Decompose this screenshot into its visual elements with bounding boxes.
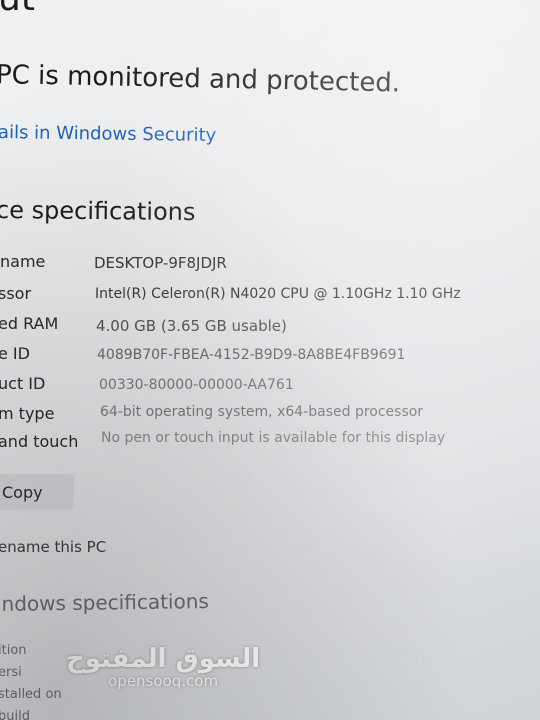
spec-value: DESKTOP-9F8JDJR xyxy=(94,254,227,272)
spec-label-edition: ition xyxy=(0,643,27,658)
windows-specifications-heading: indows specifications xyxy=(0,589,210,616)
opensooq-watermark: السوق المفتوح opensooq.com xyxy=(66,644,261,690)
spec-row-pen-and-touch: and touch No pen or touch input is avail… xyxy=(0,430,540,460)
spec-label: ed RAM xyxy=(0,314,59,333)
copy-button[interactable]: Copy xyxy=(0,474,74,510)
spec-row-device-name: name DESKTOP-9F8JDJR xyxy=(0,252,540,278)
watermark-latin-text: opensooq.com xyxy=(108,672,219,690)
spec-label-installed-on: stalled on xyxy=(0,687,62,702)
about-page: ut PC is monitored and protected. ails i… xyxy=(0,0,540,720)
spec-row-processor: ssor Intel(R) Celeron(R) N4020 CPU @ 1.1… xyxy=(0,284,540,310)
windows-specifications-list: ition ersi stalled on build xyxy=(0,640,62,720)
spec-value: 4.00 GB (3.65 GB usable) xyxy=(96,317,287,335)
rename-pc-button[interactable]: ename this PC xyxy=(0,538,106,556)
device-specifications-heading: ce specifications xyxy=(0,196,196,227)
windows-security-link[interactable]: ails in Windows Security xyxy=(0,122,216,146)
spec-label: name xyxy=(0,252,46,271)
spec-label-os-build: build xyxy=(0,709,30,720)
spec-value: No pen or touch input is available for t… xyxy=(101,430,446,446)
spec-value: 00330-80000-00000-AA761 xyxy=(99,377,294,393)
spec-label-version: ersi xyxy=(0,665,22,680)
spec-row-installed-ram: ed RAM 4.00 GB (3.65 GB usable) xyxy=(0,314,540,340)
protection-status-text: PC is monitored and protected. xyxy=(0,60,401,99)
watermark-arabic-text: السوق المفتوح xyxy=(66,644,261,674)
spec-label: uct ID xyxy=(0,374,46,393)
spec-value: 4089B70F-FBEA-4152-B9D9-8A8BE4FB9691 xyxy=(97,347,406,363)
spec-row-device-id: e ID 4089B70F-FBEA-4152-B9D9-8A8BE4FB969… xyxy=(0,344,540,370)
spec-label: ssor xyxy=(0,284,32,303)
spec-label: and touch xyxy=(0,432,79,451)
spec-row-system-type: m type 64-bit operating system, x64-base… xyxy=(0,404,540,430)
page-title: ut xyxy=(0,0,35,19)
spec-row-product-id: uct ID 00330-80000-00000-AA761 xyxy=(0,374,540,400)
spec-value: 64-bit operating system, x64-based proce… xyxy=(100,404,424,420)
spec-label: m type xyxy=(0,404,55,423)
spec-value: Intel(R) Celeron(R) N4020 CPU @ 1.10GHz … xyxy=(95,286,461,302)
spec-label: e ID xyxy=(0,344,30,363)
